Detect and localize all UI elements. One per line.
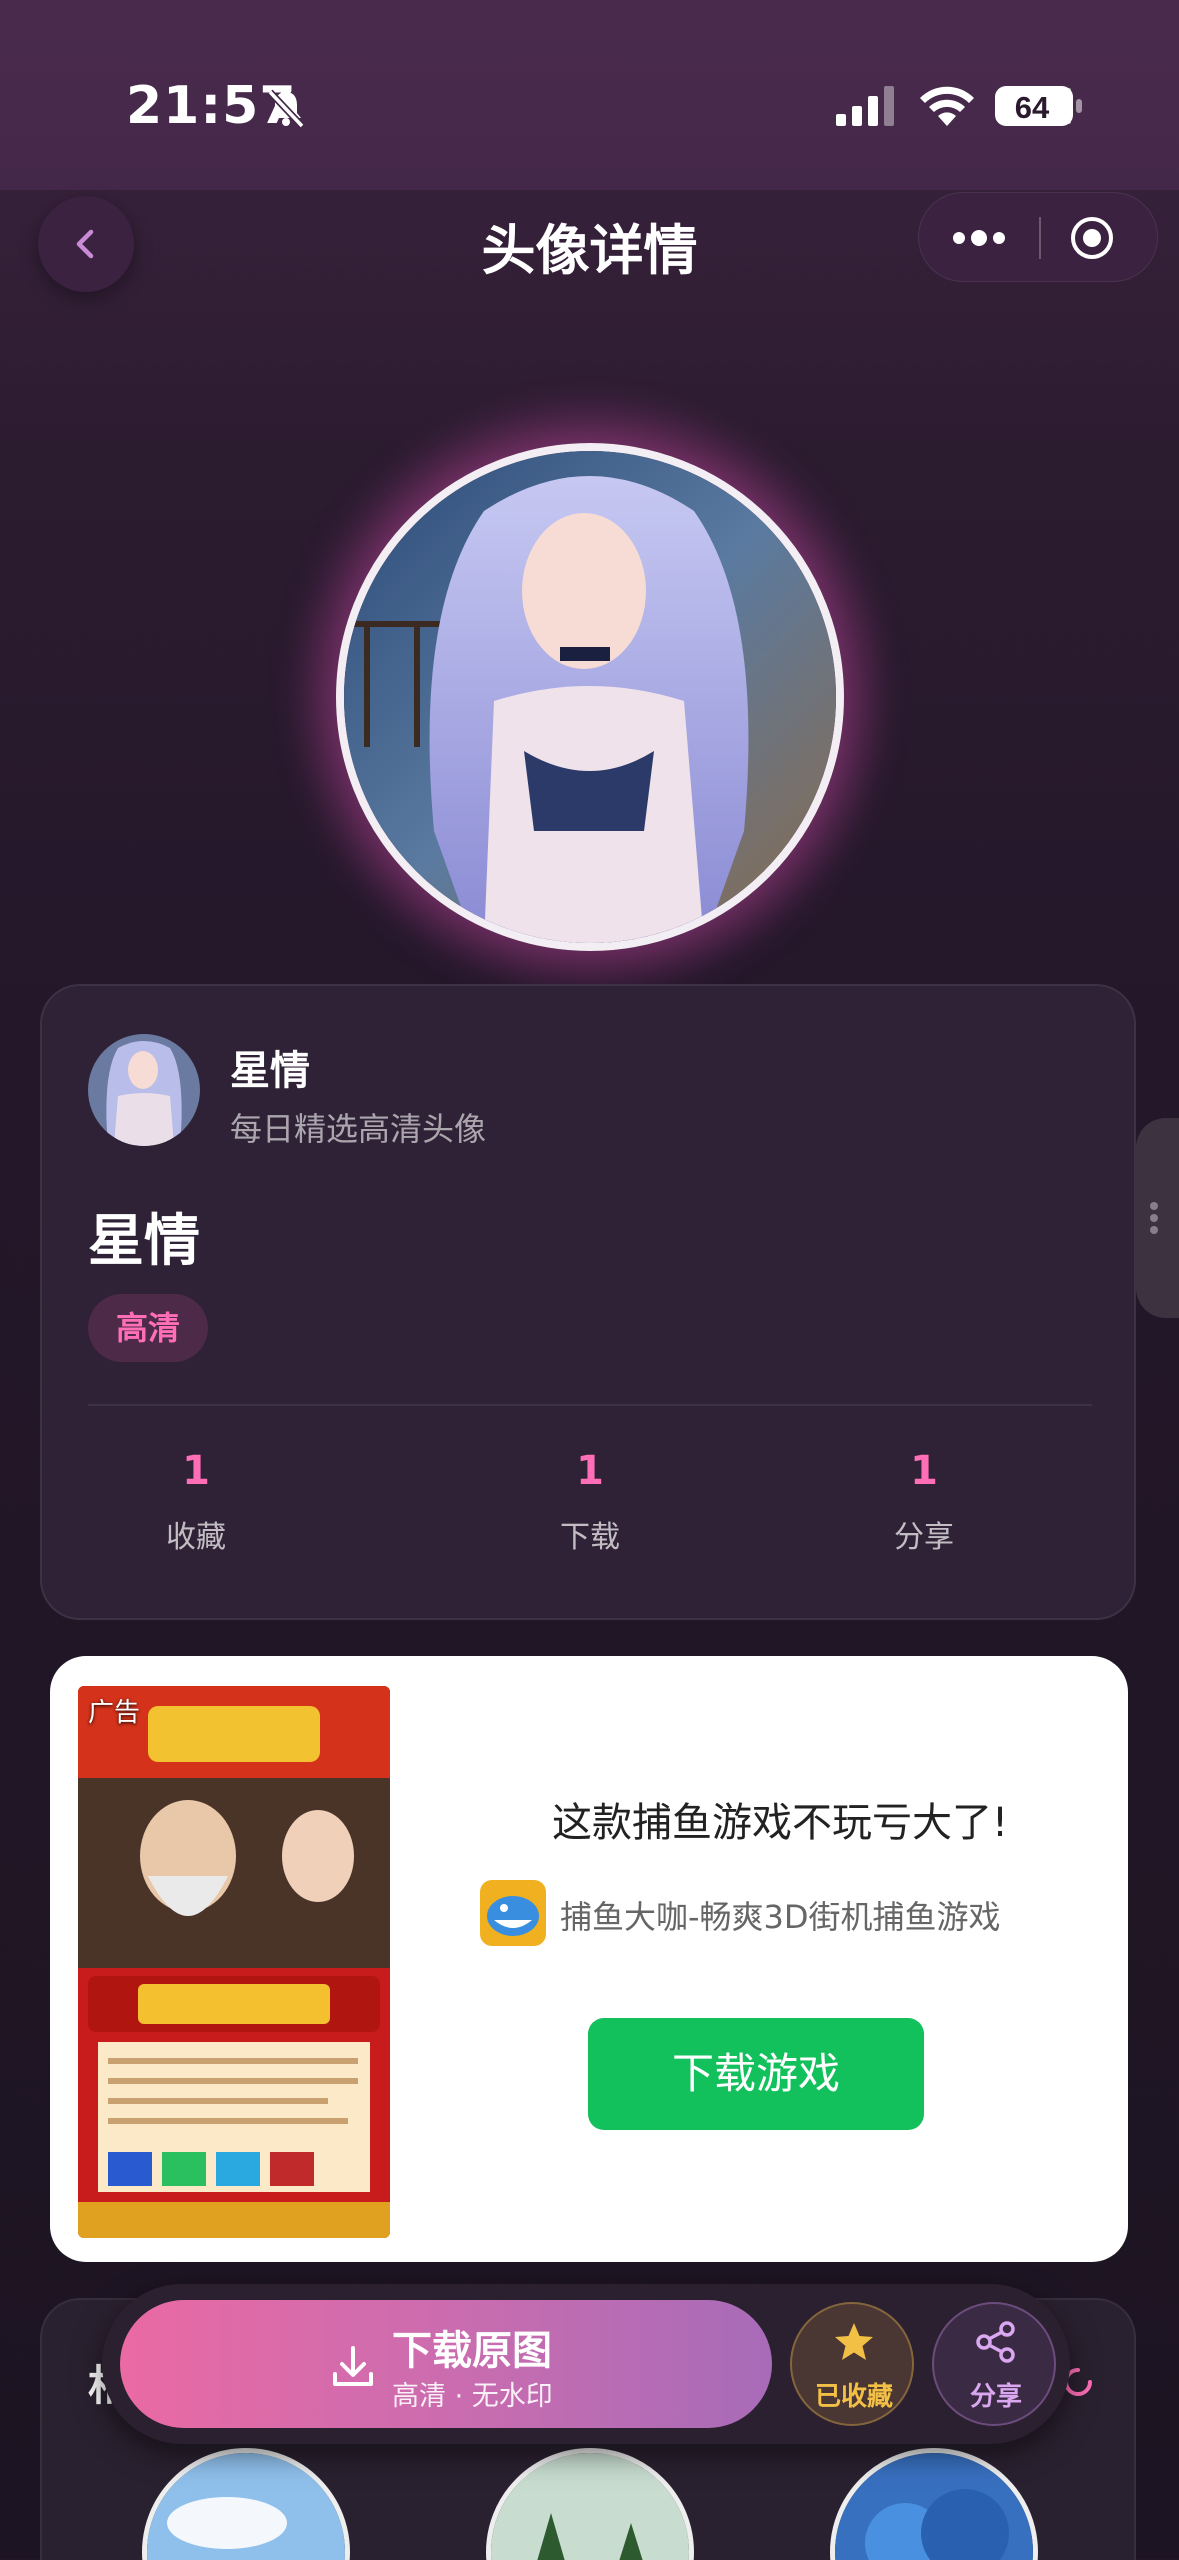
stat-favorites: 1 收藏 [96, 1448, 296, 1556]
stat-downloads: 1 下载 [490, 1448, 690, 1556]
ad-game-image[interactable] [78, 1686, 390, 2238]
quality-tag: 高清 [88, 1294, 209, 1362]
card-divider [88, 1404, 1092, 1406]
cellular-signal-icon [836, 86, 894, 126]
info-card: 星情 每日精选高清头像 星情 高清 1 收藏 1 下载 1 分享 [40, 984, 1136, 1620]
favorite-label: 已收藏 [814, 2382, 893, 2412]
mini-program-capsule [918, 192, 1158, 282]
favorite-button[interactable]: 已收藏 [790, 2302, 914, 2426]
battery-icon: 64 [995, 86, 1082, 126]
avatar-title: 星情 [88, 1209, 200, 1274]
author-avatar[interactable] [88, 1034, 200, 1146]
ad-app-name: 捕鱼大咖-畅爽3D街机捕鱼游戏 [560, 1898, 1001, 1936]
star-icon [835, 2323, 873, 2360]
download-icon [333, 2346, 373, 2386]
status-bar: 21:57 64 [0, 0, 1179, 190]
wifi-icon [920, 86, 974, 126]
stat-value: 1 [910, 1448, 938, 1494]
author-name: 星情 [230, 1048, 310, 1094]
share-icon [976, 2321, 1015, 2363]
ad-card[interactable]: 广告 这款捕鱼游戏不玩亏大了! 捕鱼大咖-畅爽3D街机捕鱼游戏 下载游戏 [50, 1656, 1128, 2262]
side-drawer-handle[interactable] [1136, 1118, 1179, 1318]
download-game-button[interactable]: 下载游戏 [588, 2018, 924, 2130]
stat-label: 收藏 [166, 1520, 226, 1555]
share-label: 分享 [969, 2382, 1022, 2412]
stat-value: 1 [182, 1448, 210, 1494]
stat-value: 1 [576, 1448, 604, 1494]
stat-shares: 1 分享 [824, 1448, 1024, 1556]
more-options-icon[interactable] [949, 218, 1009, 258]
download-button-label: 下载原图 [392, 2328, 552, 2374]
capsule-divider [1039, 217, 1041, 259]
share-button[interactable]: 分享 [932, 2302, 1056, 2426]
stat-label: 分享 [894, 1520, 954, 1555]
battery-level: 64 [1015, 90, 1050, 125]
ad-label[interactable]: 广告 [88, 1692, 140, 1729]
download-original-button[interactable]: 下载原图 高清 · 无水印 [120, 2300, 772, 2428]
close-mini-program-icon[interactable] [1069, 215, 1115, 261]
author-description: 每日精选高清头像 [230, 1110, 487, 1148]
shark-app-icon [480, 1880, 546, 1946]
ad-headline: 这款捕鱼游戏不玩亏大了! [551, 1800, 1009, 1846]
stat-label: 下载 [560, 1520, 620, 1555]
avatar-preview-image[interactable] [336, 443, 844, 951]
bell-muted-icon [267, 89, 305, 129]
download-button-sublabel: 高清 · 无水印 [392, 2381, 553, 2412]
